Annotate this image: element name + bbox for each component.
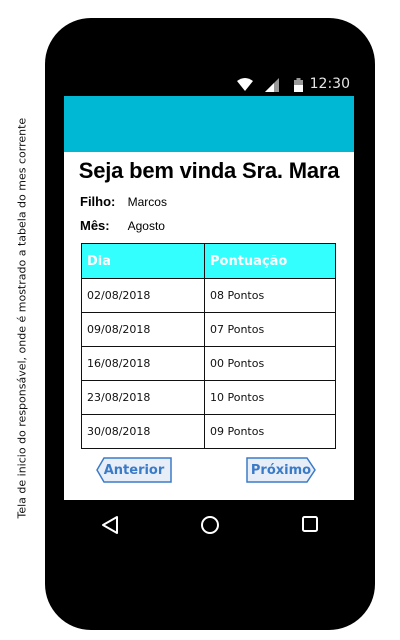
- cell-date: 09/08/2018: [81, 312, 205, 347]
- table-row: 02/08/2018 08 Pontos: [81, 278, 336, 313]
- previous-button-label: Anterior: [103, 462, 165, 478]
- wifi-icon: [237, 78, 253, 91]
- child-row: Filho: Marcos: [80, 194, 167, 209]
- month-label: Mês:: [80, 218, 110, 233]
- app-screen: Seja bem vinda Sra. Mara Filho: Marcos M…: [64, 96, 354, 500]
- side-annotation: Tela de inicio do responsável, onde é mo…: [15, 117, 29, 519]
- table-header-row: Dia Pontuação: [81, 243, 336, 279]
- month-value: Agosto: [127, 219, 165, 233]
- welcome-title: Seja bem vinda Sra. Mara: [78, 158, 340, 183]
- previous-button[interactable]: Anterior: [96, 457, 172, 483]
- status-bar: 12:30: [64, 74, 354, 96]
- app-bar: [64, 96, 354, 152]
- table-row: 30/08/2018 09 Pontos: [81, 414, 336, 449]
- cell-date: 30/08/2018: [81, 414, 205, 449]
- cell-date: 02/08/2018: [81, 278, 205, 313]
- table-row: 09/08/2018 07 Pontos: [81, 312, 336, 347]
- column-header-day: Dia: [81, 243, 205, 279]
- next-button[interactable]: Próximo: [246, 457, 316, 483]
- table-row: 16/08/2018 00 Pontos: [81, 346, 336, 381]
- child-label: Filho:: [80, 194, 116, 209]
- signal-icon: [265, 78, 279, 92]
- cell-score: 08 Pontos: [204, 278, 336, 313]
- child-value: Marcos: [127, 195, 167, 209]
- cell-date: 23/08/2018: [81, 380, 205, 415]
- cell-score: 00 Pontos: [204, 346, 336, 381]
- cell-date: 16/08/2018: [81, 346, 205, 381]
- recent-apps-icon[interactable]: [301, 515, 319, 533]
- column-header-score: Pontuação: [204, 243, 336, 279]
- table-row: 23/08/2018 10 Pontos: [81, 380, 336, 415]
- score-table: Dia Pontuação 02/08/2018 08 Pontos 09/08…: [81, 243, 336, 449]
- battery-icon: [294, 78, 303, 92]
- next-button-label: Próximo: [250, 462, 312, 478]
- cell-score: 09 Pontos: [204, 414, 336, 449]
- home-icon[interactable]: [200, 515, 220, 535]
- month-row: Mês: Agosto: [80, 218, 165, 233]
- system-nav-bar: [64, 505, 354, 545]
- status-clock: 12:30: [309, 76, 350, 92]
- back-icon[interactable]: [101, 515, 119, 535]
- cell-score: 10 Pontos: [204, 380, 336, 415]
- cell-score: 07 Pontos: [204, 312, 336, 347]
